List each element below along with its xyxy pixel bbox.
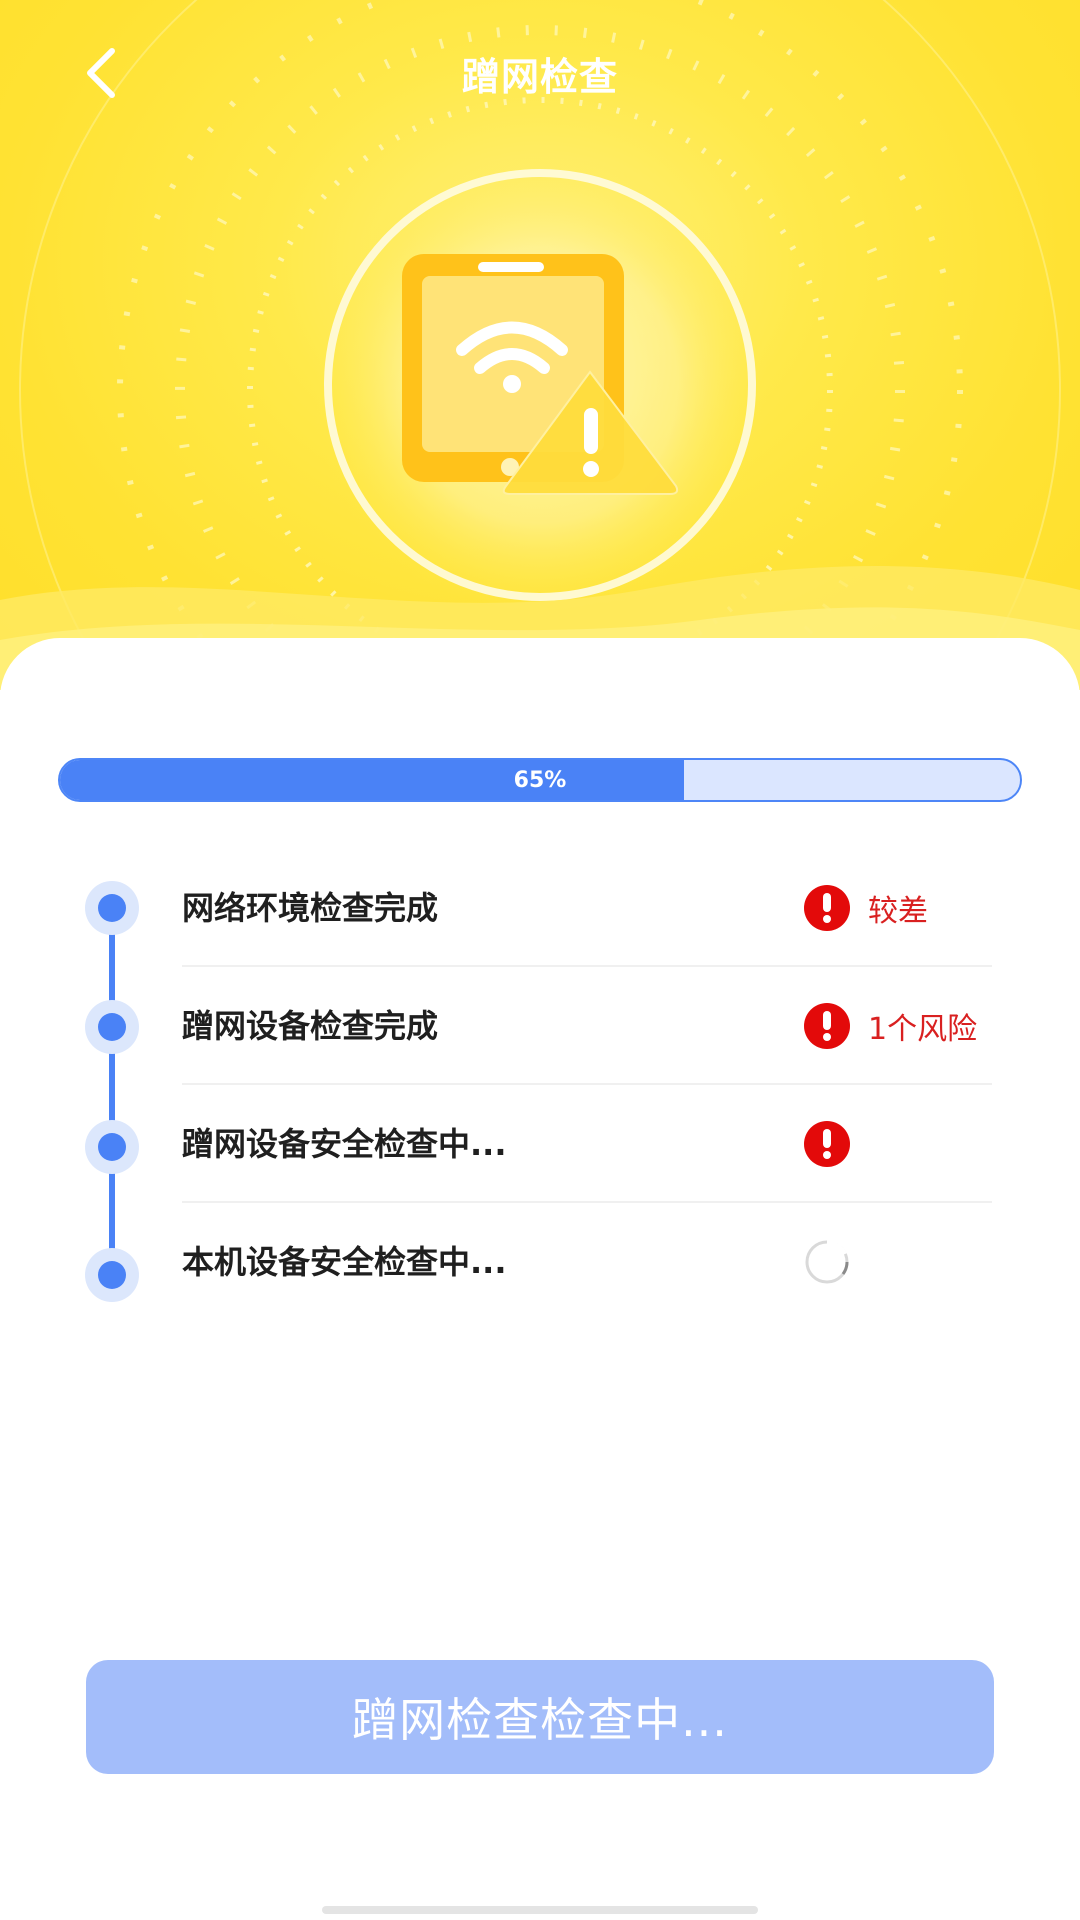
status-text: 1个风险	[868, 1012, 978, 1047]
checking-button[interactable]: 蹭网检查检查中...	[86, 1660, 994, 1774]
warning-icon	[804, 1121, 850, 1167]
check-item-network-environment: 网络环境检查完成 较差	[182, 849, 992, 967]
check-item-label: 蹭网设备检查完成	[182, 1007, 439, 1045]
check-item-status: 1个风险	[804, 967, 977, 1085]
timeline-line	[109, 908, 115, 1288]
check-item-label: 蹭网设备安全检查中...	[182, 1125, 507, 1163]
progress-bar: 65%	[58, 758, 1022, 802]
check-item-leech-devices: 蹭网设备检查完成 1个风险	[182, 967, 992, 1085]
progress-label: 65%	[513, 767, 567, 793]
check-item-label: 本机设备安全检查中...	[182, 1243, 507, 1281]
status-text: 较差	[868, 894, 928, 929]
timeline-dot	[85, 1000, 139, 1054]
loading-spinner-icon	[804, 1239, 850, 1285]
check-card: 65% 网络环境检查完成 较差 蹭网设备检查完成 1个风险 蹭网设备安全检查中.…	[0, 638, 1080, 1920]
timeline-dot	[85, 1120, 139, 1174]
check-item-status	[804, 1085, 850, 1203]
home-indicator	[322, 1906, 758, 1914]
check-item-label: 网络环境检查完成	[182, 889, 439, 927]
header-banner: 蹭网检查	[0, 0, 1080, 690]
check-item-status	[804, 1203, 850, 1321]
timeline-dot	[85, 881, 139, 935]
warning-icon	[804, 1003, 850, 1049]
timeline-dot	[85, 1248, 139, 1302]
warning-icon	[804, 885, 850, 931]
phone-wifi-warning-icon	[402, 254, 679, 495]
check-item-status: 较差	[804, 849, 928, 967]
check-item-leech-device-security: 蹭网设备安全检查中...	[182, 1085, 992, 1203]
check-item-local-device-security: 本机设备安全检查中...	[182, 1203, 992, 1321]
